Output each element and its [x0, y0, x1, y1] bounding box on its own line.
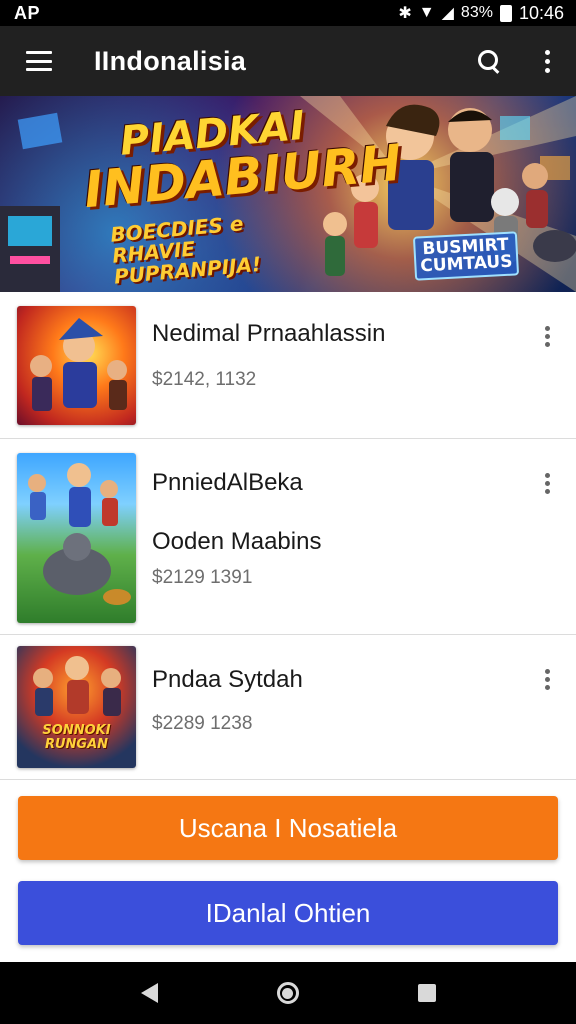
list-item[interactable]: SONNOKI RUNGAN Pndaa Sytdah $2289 1238 — [0, 635, 576, 780]
search-icon — [477, 49, 501, 73]
item-more-button[interactable] — [536, 322, 558, 350]
item-title: PnniedAlBeka — [152, 469, 303, 496]
item-more-button[interactable] — [536, 665, 558, 693]
recents-icon — [417, 984, 436, 1002]
product-list: Nedimal Prnaahlassin $2142, 1132 PnniedA… — [0, 292, 576, 780]
primary-action-button[interactable]: Uscana I Nosatiela — [18, 796, 558, 860]
back-icon — [140, 983, 158, 1003]
carrier-label: AP — [14, 2, 41, 23]
clock: 10:46 — [518, 2, 564, 23]
battery-icon — [499, 4, 512, 22]
item-price: $2129 1391 — [152, 567, 253, 588]
system-nav-bar — [0, 962, 576, 1024]
list-item[interactable]: PnniedAlBeka Ooden Maabins $2129 1391 — [0, 439, 576, 635]
home-button[interactable] — [266, 971, 310, 1015]
back-button[interactable] — [127, 971, 171, 1015]
item-title: Nedimal Prnaahlassin — [152, 320, 386, 347]
more-vert-icon — [544, 325, 550, 347]
item-price: $2142, 1132 — [152, 369, 257, 390]
item-price: $2289 1238 — [152, 713, 253, 734]
battery-percent: 83% — [460, 4, 493, 21]
list-item[interactable]: Nedimal Prnaahlassin $2142, 1132 — [0, 292, 576, 439]
item-title: Pndaa Sytdah — [152, 666, 303, 693]
menu-button[interactable] — [0, 26, 78, 96]
item-thumbnail — [17, 453, 136, 623]
secondary-action-button[interactable]: IDanlal Ohtien — [18, 881, 558, 945]
bluetooth-icon: ✱ — [398, 5, 412, 22]
item-more-button[interactable] — [536, 469, 558, 497]
banner-badge: BUSMIRT CUMTAUS — [412, 231, 520, 281]
app-bar: IIndonalisia — [0, 26, 576, 96]
recents-button[interactable] — [405, 971, 449, 1015]
home-icon — [276, 982, 299, 1004]
item-thumbnail — [17, 306, 136, 425]
app-title: IIndonalisia — [94, 45, 247, 76]
item-subtitle: Ooden Maabins — [152, 528, 322, 555]
more-vert-icon — [544, 49, 550, 73]
signal-icon: ◢ — [441, 5, 454, 22]
wifi-icon: ▼ — [418, 4, 435, 21]
status-indicators: ✱ ▼ ◢ 83% 10:46 — [398, 3, 564, 24]
search-button[interactable] — [460, 26, 518, 96]
more-options-button[interactable] — [518, 26, 576, 96]
banner-title: PIADKAI INDABIURH — [79, 103, 404, 219]
thumbnail-caption: SONNOKI RUNGAN — [42, 723, 111, 752]
more-vert-icon — [544, 472, 550, 494]
status-bar: AP ✱ ▼ ◢ 83% 10:46 — [0, 0, 576, 26]
menu-icon — [26, 51, 52, 71]
item-thumbnail: SONNOKI RUNGAN — [17, 646, 136, 768]
more-vert-icon — [544, 668, 550, 690]
promo-banner[interactable]: PIADKAI INDABIURH BOECDIES e RHAVIE PUPR… — [0, 96, 576, 292]
